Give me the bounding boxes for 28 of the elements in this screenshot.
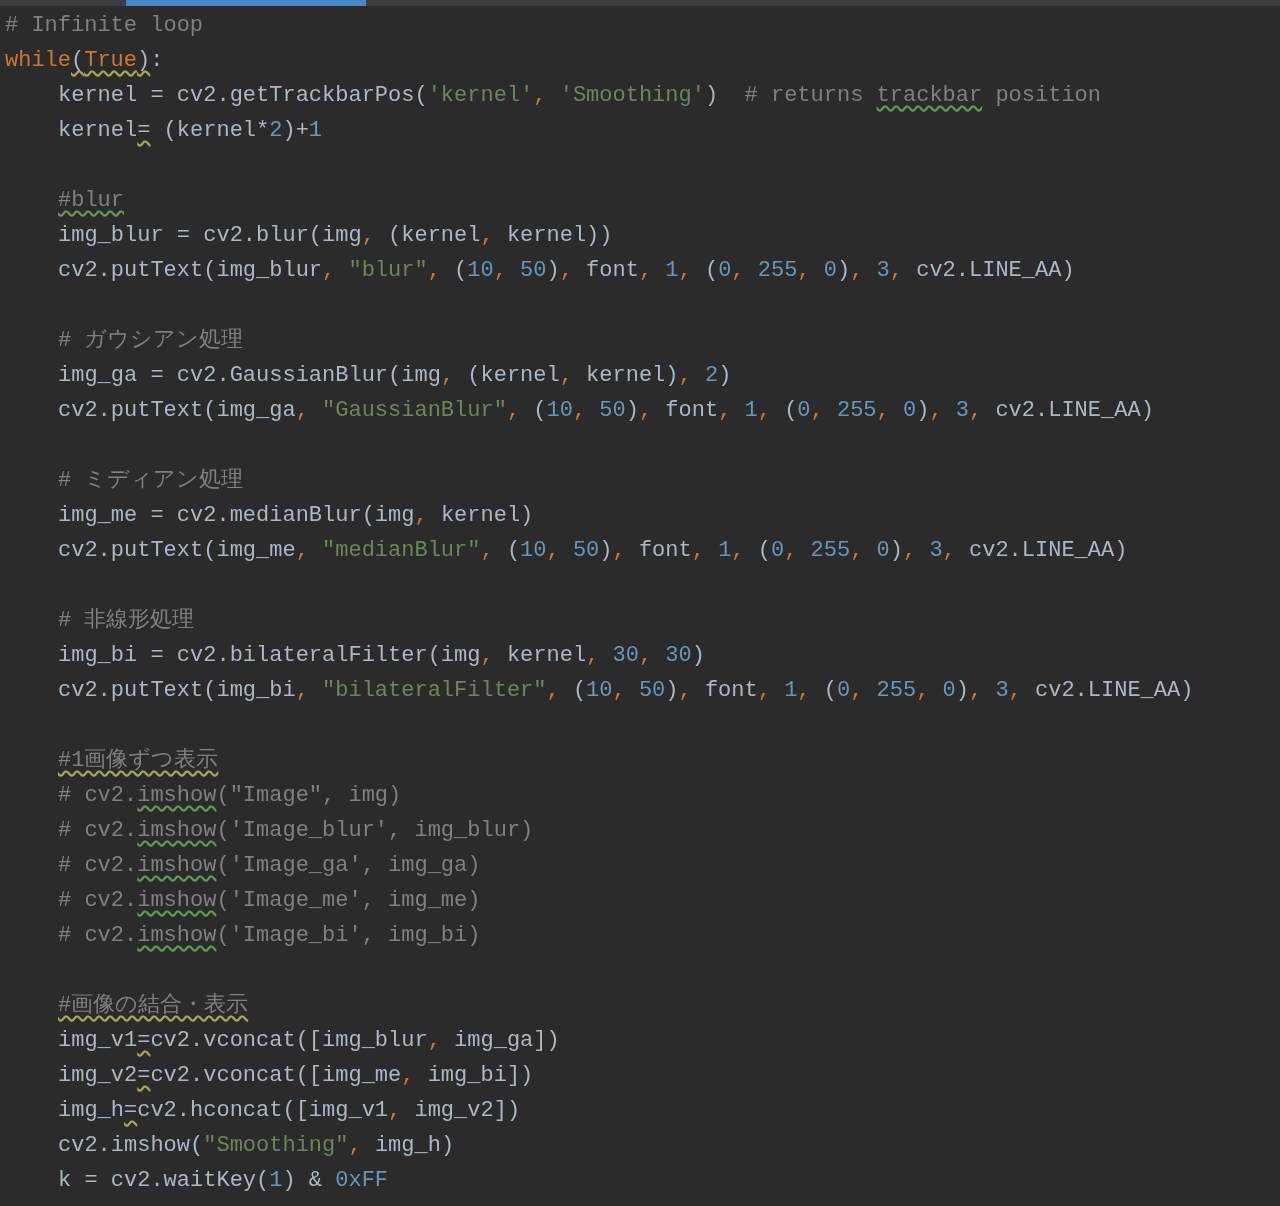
code-line: # cv2.imshow('Image_bi', img_bi) [57,922,482,950]
code-line: #画像の結合・表示 [57,992,250,1020]
code-line: #blur [57,187,125,215]
code-line: k = cv2.waitKey(1) & 0xFF [57,1167,390,1195]
code-line: img_h=cv2.hconcat([img_v1, img_v2]) [57,1097,522,1125]
code-line: # ミディアン処理 [57,467,245,495]
code-line: kernel= (kernel*2)+1 [57,117,324,145]
code-line: cv2.putText(img_bi, "bilateralFilter", (10, 50), font, 1, (0, 255, 0), 3, cv2.LINE_AA) [57,677,1195,705]
code-line: img_v2=cv2.vconcat([img_me, img_bi]) [57,1062,535,1090]
code-line: img_me = cv2.medianBlur(img, kernel) [57,502,535,530]
code-line: # cv2.imshow('Image_blur', img_blur) [57,817,535,845]
code-line: img_blur = cv2.blur(img, (kernel, kernel)) [57,222,614,250]
code-line: cv2.imshow("Smoothing", img_h) [57,1132,456,1160]
code-line: img_ga = cv2.GaussianBlur(img, (kernel, kernel), 2) [57,362,733,390]
code-line: img_bi = cv2.bilateralFilter(img, kernel, 30, 30) [57,642,706,670]
code-line: cv2.putText(img_me, "medianBlur", (10, 50), font, 1, (0, 255, 0), 3, cv2.LINE_AA) [57,537,1129,565]
code-line: #1画像ずつ表示 [57,747,220,775]
code-line: # cv2.imshow('Image_me', img_me) [57,887,482,915]
code-line: # cv2.imshow("Image", img) [57,782,403,810]
code-line: cv2.putText(img_ga, "GaussianBlur", (10, 50), font, 1, (0, 255, 0), 3, cv2.LINE_AA) [57,397,1155,425]
code-line: cv2.putText(img_blur, "blur", (10, 50), font, 1, (0, 255, 0), 3, cv2.LINE_AA) [57,257,1076,285]
code-line: kernel = cv2.getTrackbarPos('kernel', 'Smoothing') # returns trackbar position [57,82,1103,110]
code-line: # cv2.imshow('Image_ga', img_ga) [57,852,482,880]
code-line: # 非線形処理 [57,607,196,635]
code-line: img_v1=cv2.vconcat([img_blur, img_ga]) [57,1027,561,1055]
code-line: while(True): [5,47,165,75]
code-line: # Infinite loop [5,12,205,40]
code-line: # ガウシアン処理 [57,327,245,355]
